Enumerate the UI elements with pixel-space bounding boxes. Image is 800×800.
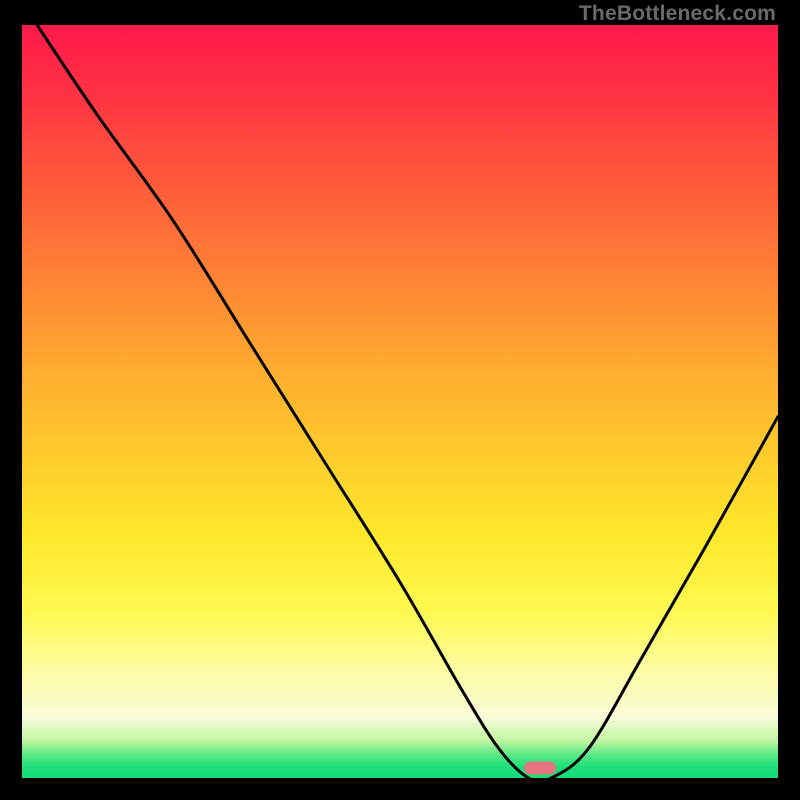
plot-area	[22, 25, 778, 778]
chart-frame: TheBottleneck.com	[0, 0, 800, 800]
watermark-text: TheBottleneck.com	[579, 2, 776, 26]
optimal-point-marker	[524, 762, 556, 775]
bottleneck-curve	[22, 25, 778, 778]
